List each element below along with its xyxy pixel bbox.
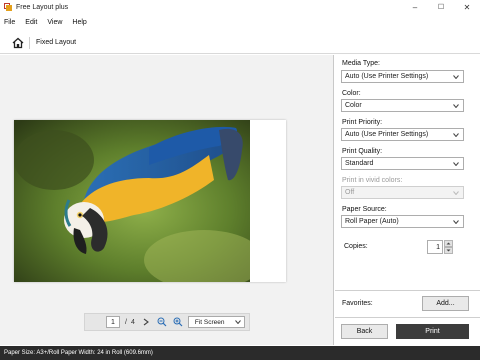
parrot-photo[interactable]: [14, 120, 250, 282]
title-bar: Free Layout plus – ☐ ✕: [0, 0, 480, 14]
vivid-colors-select: Off: [341, 186, 464, 199]
chevron-down-icon: [453, 132, 459, 138]
current-page-input[interactable]: 1: [106, 316, 120, 328]
nav-divider: [29, 36, 30, 49]
paper-source-label: Paper Source:: [342, 206, 387, 213]
minimize-button[interactable]: –: [402, 0, 428, 14]
menu-view[interactable]: View: [47, 19, 62, 26]
panel-divider: [335, 317, 480, 318]
zoom-value: Fit Screen: [194, 318, 225, 326]
print-priority-select[interactable]: Auto (Use Printer Settings): [341, 128, 464, 141]
paper-source-value: Roll Paper (Auto): [345, 218, 399, 225]
copies-stepper: [444, 240, 453, 254]
chevron-down-icon: [453, 190, 459, 196]
menu-bar: File Edit View Help: [0, 15, 480, 29]
print-quality-select[interactable]: Standard: [341, 157, 464, 170]
chevron-down-icon: [234, 319, 241, 325]
paper-source-select[interactable]: Roll Paper (Auto): [341, 215, 464, 228]
window-controls: – ☐ ✕: [402, 0, 480, 14]
menu-edit[interactable]: Edit: [25, 19, 37, 26]
preview-area: 1 / 4 Fit Screen: [0, 55, 334, 345]
chevron-down-icon: [453, 219, 459, 225]
total-pages: 4: [130, 318, 135, 326]
copies-increment-button[interactable]: [444, 240, 453, 247]
print-quality-label: Print Quality:: [342, 148, 383, 155]
window-title: Free Layout plus: [16, 3, 69, 11]
status-bar: Paper Size: A3+/Roll Paper Width: 24 in …: [0, 346, 480, 360]
media-type-label: Media Type:: [342, 60, 381, 67]
print-priority-value: Auto (Use Printer Settings): [345, 131, 429, 138]
next-page-icon[interactable]: [141, 316, 151, 328]
vivid-colors-value: Off: [345, 189, 355, 196]
paper-sheet: [14, 120, 286, 282]
close-button[interactable]: ✕: [454, 0, 480, 14]
panel-divider: [335, 290, 480, 291]
favorites-label: Favorites:: [342, 300, 373, 307]
add-favorite-button[interactable]: Add...: [422, 296, 469, 311]
chevron-down-icon: [453, 161, 459, 167]
print-button[interactable]: Print: [396, 324, 469, 339]
page-separator: /: [125, 318, 127, 326]
vivid-colors-label: Print in vivid colors:: [342, 177, 403, 184]
chevron-down-icon: [453, 103, 459, 109]
color-value: Color: [345, 102, 362, 109]
zoom-out-icon[interactable]: [157, 316, 167, 328]
media-type-select[interactable]: Auto (Use Printer Settings): [341, 70, 464, 83]
menu-file[interactable]: File: [4, 19, 15, 26]
menu-help[interactable]: Help: [72, 19, 86, 26]
color-select[interactable]: Color: [341, 99, 464, 112]
home-icon[interactable]: [11, 36, 25, 50]
nav-bar: Fixed Layout: [0, 32, 480, 54]
breadcrumb-fixed-layout: Fixed Layout: [36, 39, 77, 46]
color-label: Color:: [342, 90, 361, 97]
status-text: Paper Size: A3+/Roll Paper Width: 24 in …: [4, 350, 153, 356]
media-type-value: Auto (Use Printer Settings): [345, 73, 429, 80]
back-button[interactable]: Back: [341, 324, 388, 339]
zoom-in-icon[interactable]: [173, 316, 183, 328]
settings-panel: Media Type: Auto (Use Printer Settings) …: [335, 55, 480, 345]
copies-input[interactable]: 1: [427, 240, 443, 254]
copies-label: Copies:: [344, 243, 368, 250]
chevron-down-icon: [453, 74, 459, 80]
copies-decrement-button[interactable]: [444, 247, 453, 254]
maximize-button[interactable]: ☐: [428, 0, 454, 14]
app-icon: [4, 3, 12, 11]
zoom-select[interactable]: Fit Screen: [187, 316, 245, 328]
page-navigator: 1 / 4 Fit Screen: [84, 313, 250, 331]
print-quality-value: Standard: [345, 160, 374, 167]
print-priority-label: Print Priority:: [342, 119, 383, 126]
